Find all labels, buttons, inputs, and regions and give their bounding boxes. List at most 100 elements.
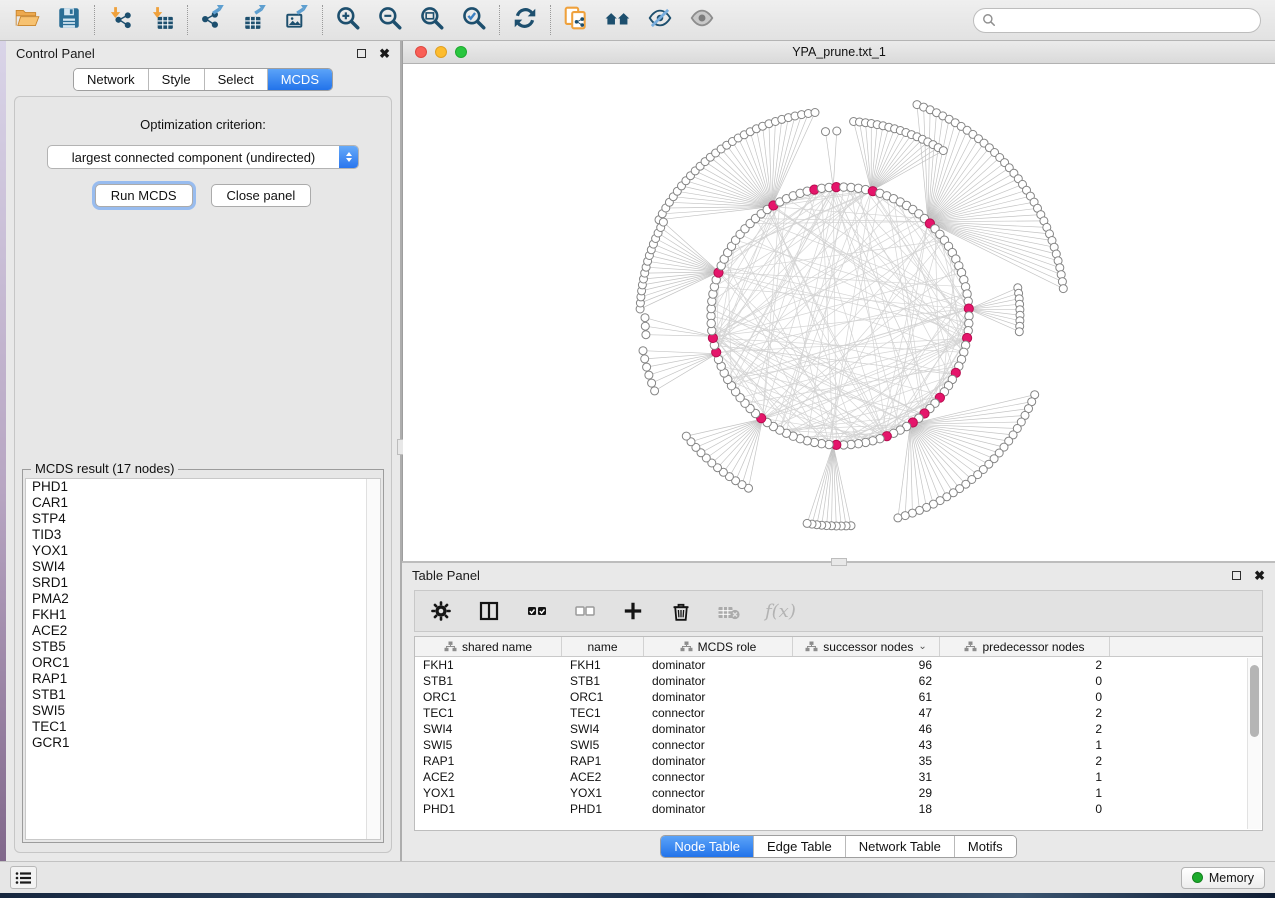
- table-row[interactable]: RAP1RAP1dominator352: [415, 753, 1262, 769]
- divider-grip-h[interactable]: [831, 558, 847, 566]
- table-row[interactable]: SWI4SWI4dominator462: [415, 721, 1262, 737]
- float-table-panel-icon[interactable]: [1232, 571, 1241, 580]
- column-header-MCDS-role[interactable]: MCDS role: [644, 637, 793, 656]
- table-tab-motifs[interactable]: Motifs: [955, 836, 1016, 857]
- table-cell: STB1: [415, 674, 562, 688]
- run-mcds-button[interactable]: Run MCDS: [95, 184, 193, 207]
- deselect-all-button[interactable]: [573, 599, 597, 623]
- search-box[interactable]: [973, 8, 1261, 33]
- mcds-result-item[interactable]: PHD1: [26, 479, 380, 495]
- mcds-result-item[interactable]: TEC1: [26, 719, 380, 735]
- mcds-result-item[interactable]: RAP1: [26, 671, 380, 687]
- mcds-result-item[interactable]: SWI4: [26, 559, 380, 575]
- zoom-selected-button[interactable]: [453, 3, 495, 37]
- select-all-button[interactable]: [525, 599, 549, 623]
- mcds-result-item[interactable]: STB1: [26, 687, 380, 703]
- export-image-button[interactable]: [276, 3, 318, 37]
- table-cell: ORC1: [415, 690, 562, 704]
- create-column-button[interactable]: [621, 599, 645, 623]
- memory-button[interactable]: Memory: [1181, 867, 1265, 889]
- mcds-result-item[interactable]: GCR1: [26, 735, 380, 751]
- mcds-result-item[interactable]: STP4: [26, 511, 380, 527]
- table-row[interactable]: TEC1TEC1connector472: [415, 705, 1262, 721]
- search-input[interactable]: [996, 13, 1260, 28]
- optimization-criterion-select[interactable]: largest connected component (undirected): [47, 145, 359, 169]
- export-table-button[interactable]: [234, 3, 276, 37]
- open-file-icon: [14, 5, 40, 36]
- first-neighbors-button[interactable]: [597, 3, 639, 37]
- table-tab-edge-table[interactable]: Edge Table: [754, 836, 846, 857]
- result-list-scrollbar[interactable]: [366, 479, 380, 839]
- network-canvas[interactable]: [403, 64, 1275, 561]
- table-row[interactable]: ORC1ORC1dominator610: [415, 689, 1262, 705]
- zoom-in-button[interactable]: [327, 3, 369, 37]
- open-file-button[interactable]: [6, 3, 48, 37]
- import-network-button[interactable]: [99, 3, 141, 37]
- table-row[interactable]: YOX1YOX1connector291: [415, 785, 1262, 801]
- network-graph[interactable]: [403, 64, 1274, 560]
- column-header-name[interactable]: name: [562, 637, 644, 656]
- table-scrollbar[interactable]: [1247, 658, 1261, 829]
- mcds-result-item[interactable]: SWI5: [26, 703, 380, 719]
- mcds-result-item[interactable]: CAR1: [26, 495, 380, 511]
- column-header-successor-nodes[interactable]: successor nodes⌄: [793, 637, 940, 656]
- mcds-result-item[interactable]: ORC1: [26, 655, 380, 671]
- show-all-button[interactable]: [681, 3, 723, 37]
- mcds-result-list[interactable]: PHD1CAR1STP4TID3YOX1SWI4SRD1PMA2FKH1ACE2…: [25, 478, 381, 840]
- close-table-panel-icon[interactable]: ✖: [1254, 571, 1265, 580]
- control-tab-style[interactable]: Style: [149, 69, 205, 90]
- delete-columns-button[interactable]: [669, 599, 693, 623]
- close-panel-button[interactable]: Close panel: [211, 184, 312, 207]
- table-scrollbar-thumb[interactable]: [1250, 665, 1259, 737]
- node-table-grid: shared namenameMCDS rolesuccessor nodes⌄…: [414, 636, 1263, 831]
- import-table-button[interactable]: [141, 3, 183, 37]
- table-row[interactable]: STB1STB1dominator620: [415, 673, 1262, 689]
- column-header-shared-name[interactable]: shared name: [415, 637, 562, 656]
- table-row[interactable]: SWI5SWI5connector431: [415, 737, 1262, 753]
- zoom-fit-button[interactable]: [411, 3, 453, 37]
- close-panel-icon[interactable]: ✖: [379, 49, 390, 58]
- control-tab-mcds[interactable]: MCDS: [268, 69, 332, 90]
- table-row[interactable]: PHD1PHD1dominator180: [415, 801, 1262, 817]
- table-cell: 61: [793, 690, 940, 704]
- mcds-result-item[interactable]: FKH1: [26, 607, 380, 623]
- mcds-result-item[interactable]: YOX1: [26, 543, 380, 559]
- refresh-network-button[interactable]: [504, 3, 546, 37]
- table-cell: 2: [940, 706, 1110, 720]
- table-row[interactable]: ACE2ACE2connector311: [415, 769, 1262, 785]
- table-cell: SWI5: [562, 738, 644, 752]
- mcds-result-item[interactable]: SRD1: [26, 575, 380, 591]
- control-tab-network[interactable]: Network: [74, 69, 149, 90]
- table-cell: SWI5: [415, 738, 562, 752]
- vertical-split-divider[interactable]: [400, 41, 402, 861]
- mcds-result-item[interactable]: TID3: [26, 527, 380, 543]
- deselect-all-icon: [573, 599, 597, 623]
- table-tab-network-table[interactable]: Network Table: [846, 836, 955, 857]
- mcds-result-item[interactable]: ACE2: [26, 623, 380, 639]
- save-session-button[interactable]: [48, 3, 90, 37]
- toolbar-separator: [322, 5, 323, 35]
- float-panel-icon[interactable]: [357, 49, 366, 58]
- table-tab-node-table[interactable]: Node Table: [661, 836, 754, 857]
- table-row[interactable]: FKH1FKH1dominator962: [415, 657, 1262, 673]
- column-header-predecessor-nodes[interactable]: predecessor nodes: [940, 637, 1110, 656]
- mcds-result-item[interactable]: STB5: [26, 639, 380, 655]
- table-cell: dominator: [644, 658, 793, 672]
- settings-button[interactable]: [429, 599, 453, 623]
- export-network-button[interactable]: [192, 3, 234, 37]
- horizontal-split-divider[interactable]: [402, 561, 1275, 563]
- hide-selected-button[interactable]: [639, 3, 681, 37]
- network-view-window: YPA_prune.txt_1: [402, 41, 1275, 561]
- task-list-icon: [15, 871, 32, 885]
- table-cell: connector: [644, 770, 793, 784]
- toolbar-group: [99, 3, 183, 37]
- columns-button[interactable]: [477, 599, 501, 623]
- control-tab-select[interactable]: Select: [205, 69, 268, 90]
- import-table-icon: [149, 5, 175, 36]
- duplicate-network-button[interactable]: [555, 3, 597, 37]
- mcds-tab-content: Optimization criterion: largest connecte…: [14, 96, 392, 853]
- table-cell: dominator: [644, 722, 793, 736]
- zoom-out-button[interactable]: [369, 3, 411, 37]
- task-history-button[interactable]: [10, 866, 37, 889]
- mcds-result-item[interactable]: PMA2: [26, 591, 380, 607]
